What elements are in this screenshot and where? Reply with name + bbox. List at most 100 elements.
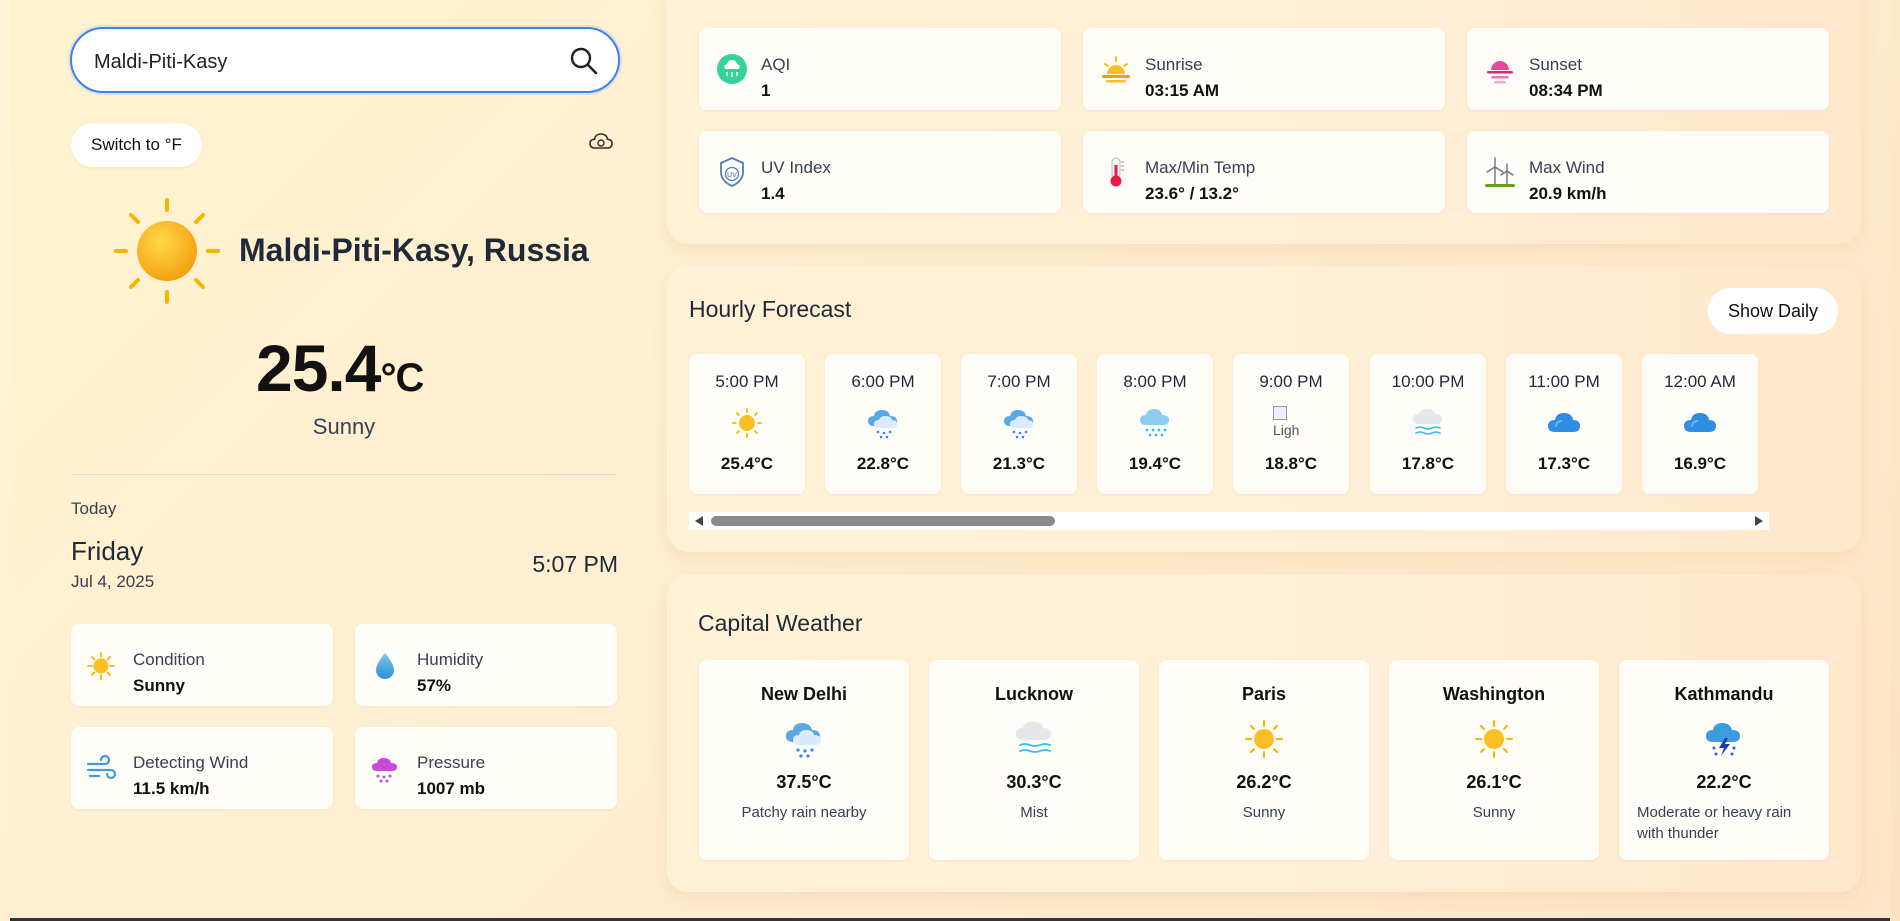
divider (71, 474, 617, 475)
metric-value: 08:34 PM (1529, 81, 1603, 100)
sun-icon (87, 652, 115, 680)
city-temp: 30.3°C (1006, 772, 1062, 792)
wind-icon (86, 754, 117, 780)
city-temp: 26.2°C (1236, 772, 1292, 792)
sunset-icon (1487, 61, 1513, 84)
image-alt-text: Ligh (1273, 422, 1300, 438)
cloud-sync-icon[interactable] (588, 131, 614, 153)
city-condition: Sunny (1472, 804, 1516, 821)
hourly-card: 6:00 PM 22.8°C (825, 354, 941, 494)
capital-card[interactable]: Lucknow 30.3°C Mist (929, 660, 1139, 860)
metric-card-sunset: Sunset 08:34 PM (1467, 28, 1829, 110)
hour-temp: 16.9°C (1673, 454, 1727, 473)
scroll-left-arrow[interactable] (695, 516, 703, 526)
hour-temp: 22.8°C (856, 454, 910, 473)
metric-label: Max Wind (1529, 158, 1605, 177)
hour-time: 7:00 PM (987, 372, 1051, 391)
hour-time: 11:00 PM (1528, 372, 1600, 391)
city-condition: Mist (1020, 804, 1048, 821)
metric-label: Sunset (1529, 55, 1582, 74)
hourly-scrollbar[interactable] (689, 512, 1769, 530)
city-name: New Delhi (760, 684, 848, 704)
city-name: Paris (1241, 684, 1287, 704)
sun-icon (732, 408, 762, 438)
show-daily-button[interactable]: Show Daily (1708, 288, 1839, 334)
stat-label: Pressure (417, 753, 486, 772)
uv-shield-icon: UV (720, 157, 744, 187)
hour-temp: 17.8°C (1401, 454, 1455, 473)
capital-card[interactable]: Kathmandu 22.2°C Moderate or heavy rain … (1619, 660, 1829, 860)
thunder-rain-icon (1706, 723, 1740, 756)
city-condition: Patchy rain nearby (741, 804, 867, 821)
city-temp: 22.2°C (1696, 772, 1752, 792)
metric-card-aqi: AQI 1 (699, 28, 1061, 110)
unit-toggle-button[interactable]: Switch to °F (71, 123, 202, 167)
hourly-card: 5:00 PM 25.4°C (689, 354, 805, 494)
stat-card-condition: Condition Sunny (71, 624, 333, 706)
search-input[interactable] (94, 47, 534, 77)
scroll-thumb[interactable] (711, 516, 1055, 526)
search-icon[interactable] (568, 45, 600, 77)
stat-label: Condition (133, 650, 205, 669)
metric-label: AQI (761, 55, 791, 74)
scroll-right-arrow[interactable] (1755, 516, 1763, 526)
stat-value: 57% (417, 676, 452, 695)
city-condition: Moderate or heavy rain with thunder (1637, 804, 1792, 842)
metric-value: 23.6° / 13.2° (1145, 184, 1239, 203)
stat-label: Detecting Wind (133, 753, 249, 772)
temperature-value: 25.4 (256, 331, 381, 405)
droplet-icon (376, 653, 394, 679)
mist-icon (1413, 409, 1442, 435)
hourly-card: 7:00 PM 21.3°C (961, 354, 1077, 494)
hourly-card: 12:00 AM 16.9°C (1642, 354, 1758, 494)
mist-icon (1016, 722, 1051, 753)
metric-value: 20.9 km/h (1529, 184, 1607, 203)
metric-label: UV Index (761, 158, 831, 177)
metric-label: Max/Min Temp (1145, 158, 1256, 177)
metric-card-sunrise: Sunrise 03:15 AM (1083, 28, 1445, 110)
capital-card[interactable]: New Delhi 37.5°C Patchy rain nearby (699, 660, 909, 860)
cloud-icon (1684, 413, 1716, 432)
hourly-card: 8:00 PM 19.4°C (1097, 354, 1213, 494)
metric-card-max-wind: Max Wind 20.9 km/h (1467, 131, 1829, 213)
cloud-rain-icon (1004, 410, 1033, 439)
hour-temp: 18.8°C (1264, 454, 1318, 473)
metric-card-uv: UV UV Index 1.4 (699, 131, 1061, 213)
stat-card-wind: Detecting Wind 11.5 km/h (71, 727, 333, 809)
hour-temp: 21.3°C (992, 454, 1046, 473)
hour-temp: 25.4°C (720, 454, 774, 473)
stat-card-pressure: Pressure 1007 mb (355, 727, 617, 809)
wind-turbine-icon (1485, 157, 1515, 187)
sunrise-icon (1102, 56, 1130, 83)
city-name: Kathmandu (1674, 684, 1774, 704)
hour-time: 10:00 PM (1391, 372, 1465, 391)
hourly-card: 11:00 PM 17.3°C (1506, 354, 1622, 494)
metric-label: Sunrise (1145, 55, 1203, 74)
hourly-forecast-panel: Hourly Forecast Show Daily 5:00 PM 25.4°… (667, 266, 1861, 552)
capital-card[interactable]: Paris 26.2°C Sunny (1159, 660, 1369, 860)
temperature-unit: °C (380, 356, 424, 400)
current-temperature: 25.4°C (256, 330, 424, 406)
city-condition: Sunny (1242, 804, 1286, 821)
sun-icon (114, 198, 220, 304)
hour-time: 5:00 PM (715, 372, 779, 391)
cloud-icon (1548, 413, 1580, 432)
pressure-cloud-icon (372, 758, 397, 783)
location-name: Maldi-Piti-Kasy, Russia (239, 232, 589, 268)
metric-card-maxmin-temp: Max/Min Temp 23.6° / 13.2° (1083, 131, 1445, 213)
capital-card[interactable]: Washington 26.1°C Sunny (1389, 660, 1599, 860)
thermometer-icon (1110, 157, 1124, 187)
city-temp: 26.1°C (1466, 772, 1522, 792)
metric-value: 03:15 AM (1145, 81, 1220, 100)
cloud-rain-icon (786, 723, 821, 758)
capital-weather-panel: Capital Weather New Delhi 37.5°C Patchy … (667, 574, 1861, 892)
svg-text:UV: UV (727, 171, 737, 179)
current-condition: Sunny (312, 414, 376, 439)
sun-icon (1475, 720, 1513, 758)
hourly-card: 10:00 PM 17.8°C (1370, 354, 1486, 494)
city-name: Lucknow (994, 684, 1073, 704)
city-name: Washington (1442, 684, 1546, 704)
broken-image-box (1273, 406, 1287, 420)
stat-value: 1007 mb (417, 779, 486, 798)
today-label: Today (71, 499, 117, 518)
